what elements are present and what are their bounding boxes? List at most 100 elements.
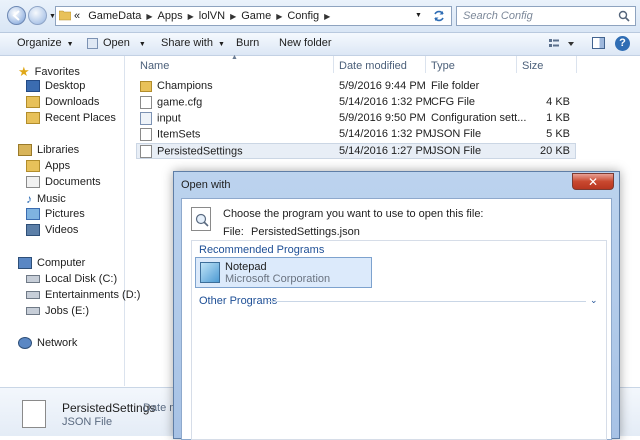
file-name: game.cfg (157, 96, 203, 109)
chevron-right-icon[interactable]: ▶ (276, 12, 282, 21)
caret-down-icon: ▼ (217, 41, 225, 48)
close-button[interactable]: ✕ (572, 173, 614, 190)
nav-desktop[interactable]: Desktop (26, 80, 86, 93)
drive-icon (26, 291, 40, 300)
config-file-icon (140, 112, 152, 125)
nav-music[interactable]: ♪ Music (26, 192, 66, 206)
file-row-input[interactable]: input 5/9/2016 9:50 PM Configuration set… (136, 111, 576, 127)
nav-apps[interactable]: Apps (26, 160, 71, 173)
open-label: Open (103, 37, 130, 49)
column-header-size[interactable]: Size (522, 60, 543, 72)
column-divider[interactable] (333, 56, 334, 73)
search-input[interactable]: Search Config (456, 6, 636, 26)
caret-down-icon: ▼ (138, 41, 146, 48)
nav-videos[interactable]: Videos (26, 224, 78, 237)
new-folder-button[interactable]: New folder (279, 37, 332, 49)
refresh-icon[interactable] (432, 9, 446, 23)
column-divider[interactable] (576, 56, 577, 73)
column-header-date[interactable]: Date modified (339, 60, 407, 72)
music-icon: ♪ (26, 192, 32, 206)
breadcrumb-config[interactable]: Config (287, 10, 319, 22)
file-date: 5/9/2016 9:44 PM (339, 80, 426, 92)
nav-pictures[interactable]: Pictures (26, 208, 85, 221)
notepad-program-item[interactable]: Notepad Microsoft Corporation (195, 257, 372, 288)
burn-button[interactable]: Burn (236, 37, 259, 49)
nav-label: Desktop (45, 80, 86, 92)
nav-label: Documents (45, 176, 101, 188)
file-name: PersistedSettings (157, 145, 243, 158)
organize-label: Organize (17, 37, 62, 49)
other-programs-header[interactable]: Other Programs (199, 295, 277, 307)
pictures-icon (26, 208, 40, 221)
details-file-type: JSON File (62, 416, 113, 428)
notepad-vendor: Microsoft Corporation (225, 273, 331, 285)
breadcrumb-gamedata[interactable]: GameData (88, 10, 141, 22)
file-size: 1 KB (546, 112, 570, 124)
recommended-programs-header: Recommended Programs (199, 244, 325, 256)
file-type: Configuration sett... (431, 112, 527, 124)
organize-button[interactable]: Organize ▼ (17, 37, 74, 49)
column-divider[interactable] (425, 56, 426, 73)
column-header-type[interactable]: Type (431, 60, 455, 72)
nav-label: Libraries (37, 144, 80, 156)
column-divider[interactable] (516, 56, 517, 73)
nav-label: Pictures (45, 208, 85, 220)
chevron-right-icon[interactable]: ▶ (146, 12, 152, 21)
drive-icon (26, 307, 40, 316)
json-file-large-icon (22, 400, 46, 428)
drive-icon (26, 275, 40, 284)
chevron-right-icon[interactable]: ▶ (324, 12, 330, 21)
notepad-name: Notepad (225, 261, 267, 273)
breadcrumb-game[interactable]: Game (241, 10, 271, 22)
search-placeholder: Search Config (463, 10, 533, 22)
downloads-icon (26, 96, 40, 109)
breadcrumb-apps[interactable]: Apps (158, 10, 183, 22)
nav-local-disk[interactable]: Local Disk (C:) (26, 273, 117, 285)
nav-jobs[interactable]: Jobs (E:) (26, 305, 89, 317)
computer-icon (18, 257, 32, 270)
breadcrumb-overflow[interactable]: « (74, 10, 80, 22)
nav-label: Favorites (34, 65, 80, 78)
chevron-right-icon[interactable]: ▶ (188, 12, 194, 21)
star-icon: ★ (18, 64, 30, 79)
file-size: 4 KB (546, 96, 570, 108)
nav-libraries[interactable]: Libraries (18, 144, 80, 157)
divider (268, 301, 586, 302)
open-button[interactable]: Open ▼ (87, 37, 146, 49)
nav-label: Apps (45, 160, 71, 172)
dialog-body: Choose the program you want to use to op… (181, 198, 612, 440)
nav-computer[interactable]: Computer (18, 257, 85, 270)
file-name: ItemSets (157, 128, 201, 141)
nav-label: Local Disk (C:) (45, 273, 118, 285)
address-dropdown-icon[interactable]: ▼ (415, 12, 422, 19)
file-name: Champions (157, 80, 213, 92)
file-row-game-cfg[interactable]: game.cfg 5/14/2016 1:32 PM CFG File 4 KB (136, 95, 576, 111)
nav-documents[interactable]: Documents (26, 176, 101, 189)
file-date: 5/9/2016 9:50 PM (339, 112, 426, 124)
preview-pane-icon[interactable] (592, 37, 605, 49)
expand-chevron-icon[interactable]: ⌄ (590, 295, 598, 306)
file-row-itemsets[interactable]: ItemSets 5/14/2016 1:32 PM JSON File 5 K… (136, 127, 576, 143)
share-with-button[interactable]: Share with ▼ (161, 37, 225, 49)
nav-favorites[interactable]: ★ Favorites (18, 64, 80, 80)
desktop-icon (26, 80, 40, 93)
nav-recent-places[interactable]: Recent Places (26, 112, 116, 125)
nav-network[interactable]: Network (18, 337, 77, 350)
nav-downloads[interactable]: Downloads (26, 96, 99, 109)
file-type: CFG File (431, 96, 475, 108)
breadcrumb: « GameData ▶ Apps ▶ lolVN ▶ Game ▶ Config ▶ (74, 10, 335, 22)
back-button[interactable] (7, 6, 26, 25)
file-date: 5/14/2016 1:32 PM (339, 96, 432, 108)
help-icon[interactable]: ? (615, 36, 630, 51)
nav-entertainments[interactable]: Entertainments (D:) (26, 289, 140, 301)
file-row-persistedsettings[interactable]: PersistedSettings 5/14/2016 1:27 PM JSON… (136, 143, 576, 159)
file-size: 5 KB (546, 128, 570, 140)
search-icon[interactable] (618, 10, 630, 22)
breadcrumb-lolvn[interactable]: lolVN (199, 10, 225, 22)
forward-button[interactable] (28, 6, 47, 25)
view-options-icon[interactable] (549, 38, 575, 53)
column-header-name[interactable]: Name (140, 60, 169, 72)
file-row-champions[interactable]: Champions 5/9/2016 9:44 PM File folder (136, 79, 576, 95)
chevron-right-icon[interactable]: ▶ (230, 12, 236, 21)
file-label: File: (223, 226, 244, 238)
